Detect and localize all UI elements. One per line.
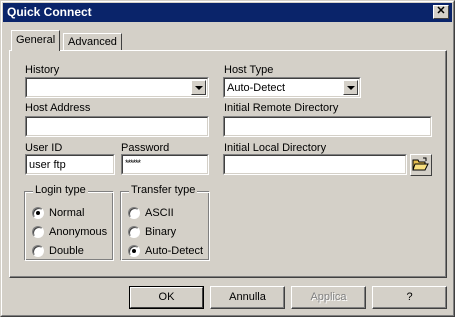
transfer-auto-detect-label[interactable]: Auto-Detect xyxy=(145,245,203,257)
tab-advanced[interactable]: Advanced xyxy=(63,33,122,51)
open-folder-icon xyxy=(412,157,429,171)
user-id-label: User ID xyxy=(25,142,63,154)
help-button[interactable]: ? xyxy=(372,286,447,309)
login-normal-radio[interactable] xyxy=(32,207,44,219)
user-id-value: user ftp xyxy=(29,159,66,171)
host-address-input[interactable] xyxy=(25,116,209,137)
tab-general[interactable]: General xyxy=(11,30,61,51)
tab-general-label: General xyxy=(16,34,56,46)
initial-remote-directory-input[interactable] xyxy=(223,116,432,137)
login-anonymous-radio[interactable] xyxy=(32,226,44,238)
cancel-button[interactable]: Annulla xyxy=(210,286,285,309)
host-address-label: Host Address xyxy=(25,102,91,114)
ok-button-label: OK xyxy=(158,291,175,303)
initial-local-directory-label: Initial Local Directory xyxy=(224,142,327,154)
close-button[interactable]: ✕ xyxy=(433,5,449,19)
transfer-binary-radio[interactable] xyxy=(128,226,140,238)
password-input[interactable]: ****** xyxy=(121,154,209,175)
transfer-auto-detect-radio[interactable] xyxy=(128,245,140,257)
host-type-value: Auto-Detect xyxy=(227,82,286,94)
apply-button[interactable]: Applica xyxy=(291,286,366,309)
password-label: Password xyxy=(121,142,170,154)
host-type-label: Host Type xyxy=(224,64,274,76)
window-title: Quick Connect xyxy=(7,5,92,19)
host-type-select[interactable]: Auto-Detect xyxy=(223,77,361,98)
login-double-radio[interactable] xyxy=(32,245,44,257)
transfer-ascii-label[interactable]: ASCII xyxy=(145,207,174,219)
transfer-type-legend: Transfer type xyxy=(129,184,198,196)
history-select[interactable] xyxy=(25,77,209,98)
quick-connect-window: Quick Connect ✕ General Advanced History… xyxy=(0,0,455,317)
cancel-button-label: Annulla xyxy=(229,291,266,303)
chevron-down-icon[interactable] xyxy=(343,80,358,95)
chevron-down-icon[interactable] xyxy=(191,80,206,95)
initial-local-directory-input[interactable] xyxy=(223,154,407,175)
transfer-ascii-radio[interactable] xyxy=(128,207,140,219)
apply-button-label: Applica xyxy=(310,291,347,303)
login-double-label[interactable]: Double xyxy=(49,245,84,257)
login-normal-label[interactable]: Normal xyxy=(49,207,84,219)
password-value: ****** xyxy=(125,158,141,168)
history-label: History xyxy=(25,64,60,76)
user-id-input[interactable]: user ftp xyxy=(25,154,115,175)
login-anonymous-label[interactable]: Anonymous xyxy=(49,226,107,238)
login-type-legend: Login type xyxy=(33,184,88,196)
transfer-binary-label[interactable]: Binary xyxy=(145,226,176,238)
help-button-label: ? xyxy=(406,291,413,303)
browse-folder-button[interactable] xyxy=(410,154,432,176)
tab-advanced-label: Advanced xyxy=(68,36,117,48)
close-icon: ✕ xyxy=(436,5,446,17)
title-bar[interactable]: Quick Connect ✕ xyxy=(3,3,452,22)
ok-button[interactable]: OK xyxy=(129,286,204,309)
initial-remote-directory-label: Initial Remote Directory xyxy=(224,102,339,114)
